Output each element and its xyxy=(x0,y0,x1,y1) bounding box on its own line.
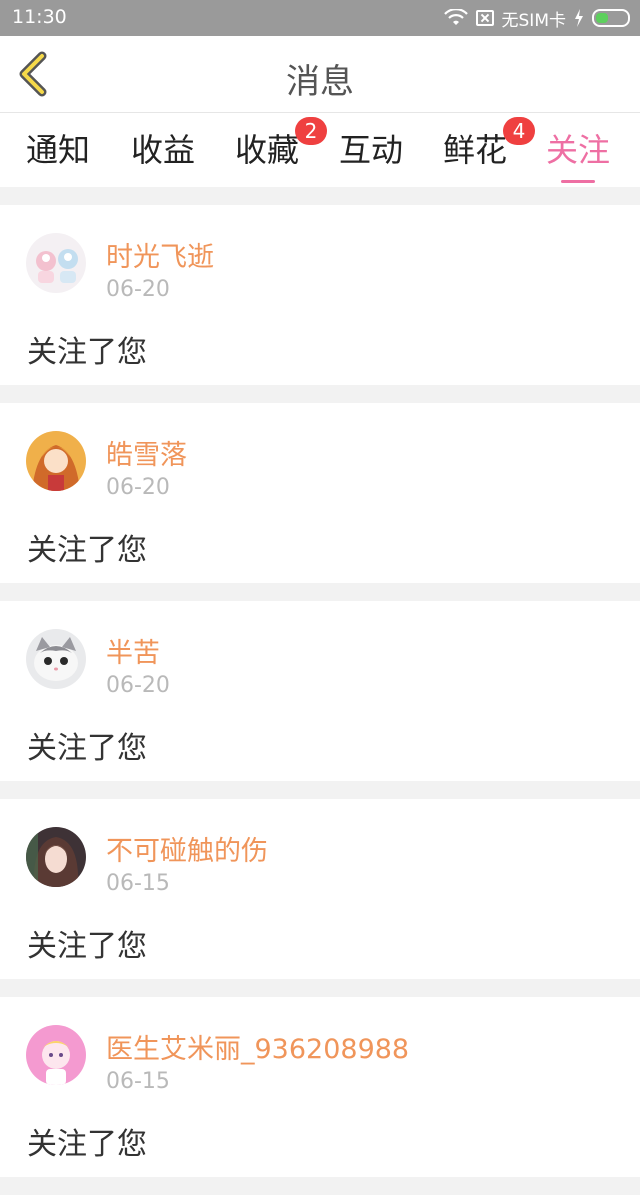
tab-label: 鲜花 xyxy=(443,131,508,169)
list-item[interactable]: 半苦 06-20 关注了您 xyxy=(0,601,640,781)
tab-notifications[interactable]: 通知 xyxy=(26,125,90,175)
header-bar: 消息 xyxy=(0,36,640,113)
tab-label: 通知 xyxy=(26,131,91,169)
avatar[interactable] xyxy=(26,629,86,689)
tab-label: 收藏 xyxy=(235,131,300,169)
battery-icon xyxy=(592,9,630,27)
message-date: 06-20 xyxy=(106,673,170,698)
username[interactable]: 不可碰触的伤 xyxy=(106,829,268,868)
message-text: 关注了您 xyxy=(27,1127,147,1162)
message-date: 06-15 xyxy=(106,1069,170,1094)
tab-earnings[interactable]: 收益 xyxy=(131,125,195,175)
message-list: 时光飞逝 06-20 关注了您 皓雪落 06-20 关注了您 半苦 06-20 … xyxy=(0,205,640,1195)
list-item[interactable]: 皓雪落 06-20 关注了您 xyxy=(0,403,640,583)
tab-label: 互动 xyxy=(339,131,404,169)
tab-label: 关注 xyxy=(546,131,611,169)
message-text: 关注了您 xyxy=(27,335,147,370)
list-item[interactable]: 不可碰触的伤 06-15 关注了您 xyxy=(0,799,640,979)
status-icons: 无SIM卡 xyxy=(443,6,630,31)
wifi-icon xyxy=(443,9,468,25)
tab-label: 收益 xyxy=(131,131,196,169)
page-title: 消息 xyxy=(286,62,354,102)
tab-favorites[interactable]: 收藏 2 xyxy=(235,117,328,175)
avatar[interactable] xyxy=(26,827,86,887)
list-item[interactable]: 医生艾米丽_936208988 06-15 关注了您 xyxy=(0,997,640,1177)
carrier-label: 无SIM卡 xyxy=(501,10,566,31)
unread-badge: 4 xyxy=(503,117,536,145)
status-bar: 11:30 无SIM卡 xyxy=(0,0,640,36)
message-date: 06-15 xyxy=(106,871,170,896)
username[interactable]: 时光飞逝 xyxy=(106,235,214,274)
message-text: 关注了您 xyxy=(27,731,147,766)
username[interactable]: 医生艾米丽_936208988 xyxy=(106,1027,409,1066)
username[interactable]: 半苦 xyxy=(106,631,160,670)
unread-badge: 2 xyxy=(295,117,328,145)
tab-bar: 通知 收益 收藏 2 互动 鲜花 4 关注 xyxy=(0,113,640,187)
no-sim-icon xyxy=(475,10,494,26)
tab-follows[interactable]: 关注 xyxy=(546,125,611,183)
message-date: 06-20 xyxy=(106,277,170,302)
tab-flowers[interactable]: 鲜花 4 xyxy=(443,117,536,175)
username[interactable]: 皓雪落 xyxy=(106,433,187,472)
avatar[interactable] xyxy=(26,233,86,293)
active-tab-indicator xyxy=(561,180,595,183)
message-date: 06-20 xyxy=(106,475,170,500)
avatar[interactable] xyxy=(26,1025,86,1085)
message-text: 关注了您 xyxy=(27,929,147,964)
list-item[interactable]: 时光飞逝 06-20 关注了您 xyxy=(0,205,640,385)
message-text: 关注了您 xyxy=(27,533,147,568)
avatar[interactable] xyxy=(26,431,86,491)
tab-interactions[interactable]: 互动 xyxy=(339,125,403,175)
status-time: 11:30 xyxy=(12,6,67,28)
charging-icon xyxy=(575,9,583,27)
